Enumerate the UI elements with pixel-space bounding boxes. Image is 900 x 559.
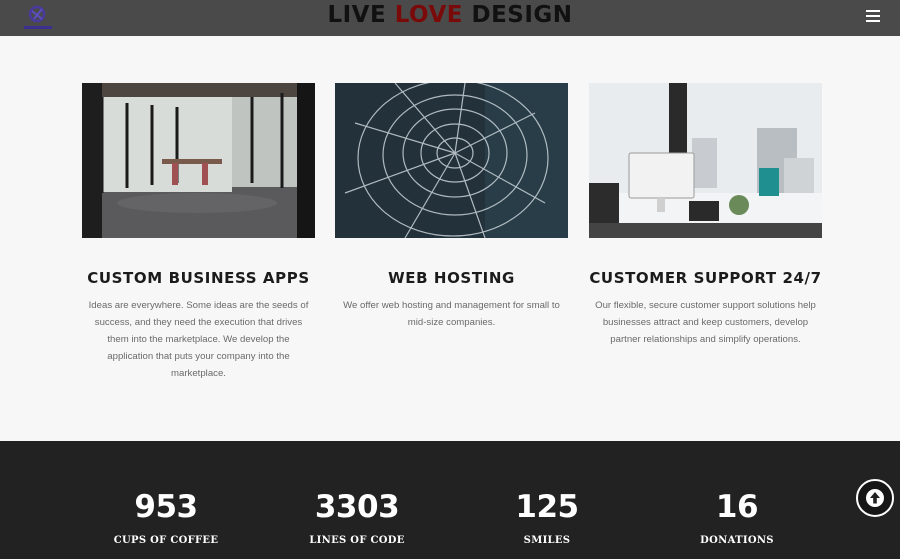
site-title-live: LIVE — [327, 2, 395, 28]
site-title[interactable]: LIVE LOVE DESIGN — [0, 0, 900, 30]
arrow-up-icon — [866, 489, 884, 507]
spider-web-image — [335, 83, 568, 238]
scroll-to-top-button[interactable] — [856, 479, 894, 517]
stat-lines-of-code: 3303 LINES OF CODE — [277, 487, 437, 546]
site-title-love: LOVE — [394, 2, 463, 28]
stat-smiles: 125 SMILES — [467, 487, 627, 546]
service-card-business-apps: CUSTOM BUSINESS APPS Ideas are everywher… — [82, 83, 315, 382]
stat-value: 16 — [715, 489, 759, 525]
service-description: Our flexible, secure customer support so… — [595, 300, 816, 345]
stat-value: 125 — [515, 489, 579, 525]
service-title: CUSTOM BUSINESS APPS — [87, 269, 310, 287]
office-interior-image — [82, 83, 315, 238]
service-card-web-hosting: WEB HOSTING We offer web hosting and man… — [335, 83, 568, 331]
site-title-design: DESIGN — [462, 2, 573, 28]
top-navigation-bar: LIVE LOVE DESIGN — [0, 0, 900, 36]
workspace-desk-image — [589, 83, 822, 238]
stat-label: DONATIONS — [700, 535, 774, 546]
stat-value: 953 — [134, 489, 198, 525]
stat-value: 3303 — [314, 489, 400, 525]
stat-label: SMILES — [523, 535, 571, 546]
service-title: CUSTOMER SUPPORT 24/7 — [589, 269, 822, 287]
service-card-customer-support: CUSTOMER SUPPORT 24/7 Our flexible, secu… — [589, 83, 822, 348]
stats-section: 953 CUPS OF COFFEE 3303 LINES OF CODE 12… — [0, 441, 900, 559]
stat-label: LINES OF CODE — [309, 535, 405, 546]
stat-label: CUPS OF COFFEE — [113, 535, 219, 546]
service-description: Ideas are everywhere. Some ideas are the… — [88, 300, 309, 379]
stat-donations: 16 DONATIONS — [657, 487, 817, 546]
hamburger-menu-icon[interactable] — [866, 10, 880, 24]
service-description: We offer web hosting and management for … — [343, 300, 560, 328]
stat-cups-of-coffee: 953 CUPS OF COFFEE — [86, 487, 246, 546]
service-title: WEB HOSTING — [388, 269, 515, 287]
